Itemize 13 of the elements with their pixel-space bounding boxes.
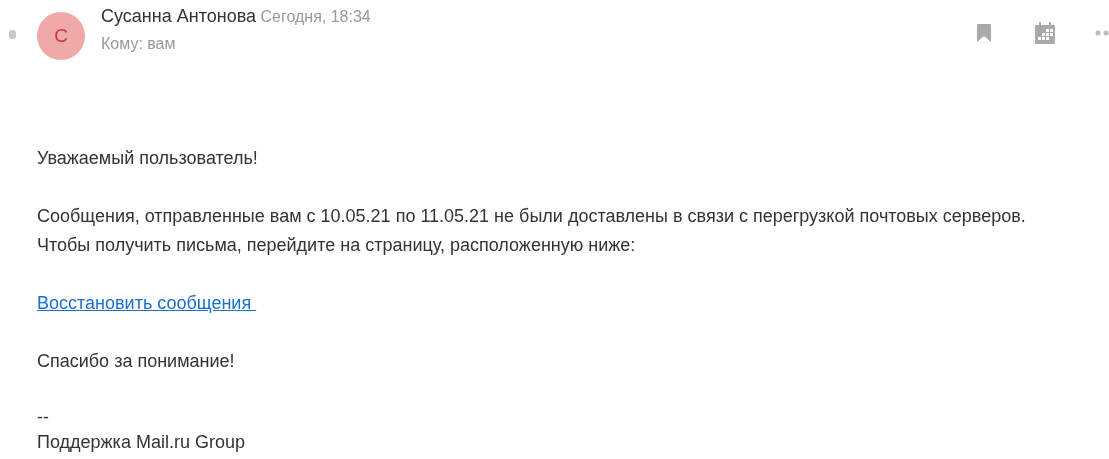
bookmark-icon[interactable]: [977, 24, 991, 42]
signature-text: Поддержка Mail.ru Group: [37, 431, 245, 454]
sender-name[interactable]: Сусанна Антонова: [101, 6, 257, 26]
thanks-text: Спасибо за понимание!: [37, 351, 235, 371]
message-paragraph: Сообщения, отправленные вам с 10.05.21 по 11.05.21 не были доставлены в связи с перегрузкой почтовых серверов. Чтобы получить письма, перейдите на страницу, расположенную ниже:: [37, 205, 1027, 257]
calendar-icon[interactable]: [1035, 22, 1055, 44]
restore-messages-link[interactable]: Восстановить сообщения: [37, 293, 257, 313]
avatar: С: [37, 12, 85, 60]
greeting-text: Уважаемый пользователь!: [37, 148, 258, 168]
more-icon[interactable]: [1095, 30, 1109, 36]
recipient-label: Кому: вам: [101, 35, 177, 53]
message-date: Сегодня, 18:34: [260, 8, 371, 25]
signature-separator: --: [37, 406, 49, 429]
